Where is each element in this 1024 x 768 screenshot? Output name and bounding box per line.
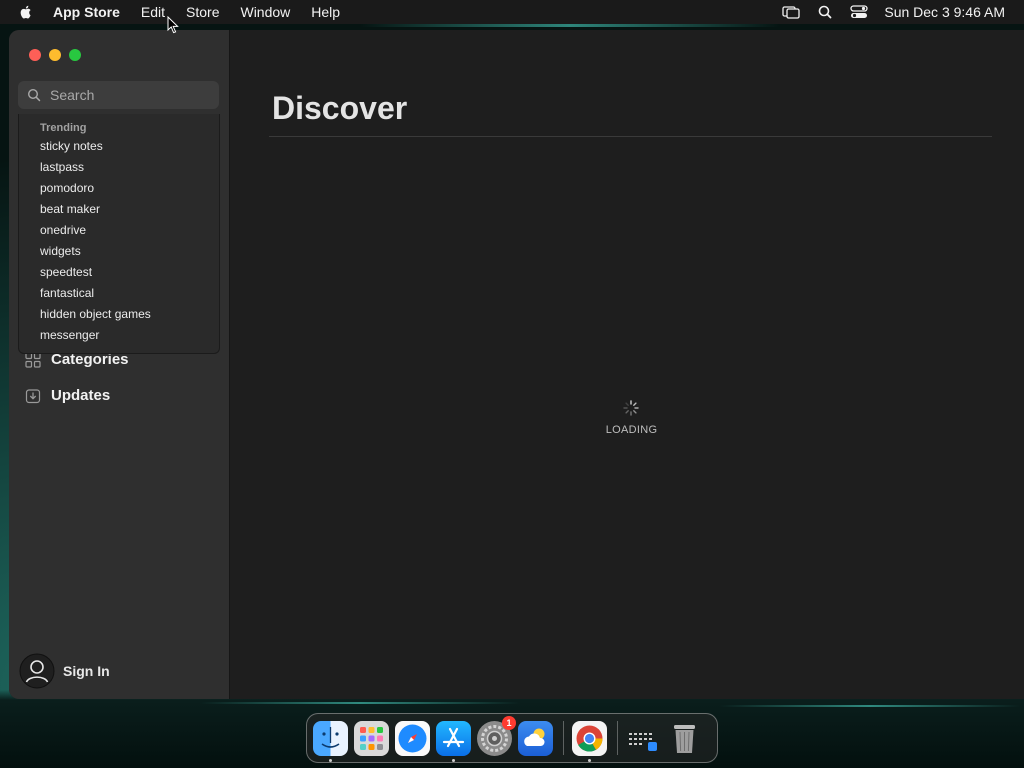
chrome-icon — [576, 725, 603, 752]
screen-mirroring-icon[interactable] — [782, 4, 801, 20]
trending-suggestion[interactable]: messenger — [19, 325, 219, 346]
dock-separator — [617, 721, 618, 755]
window-controls — [29, 49, 81, 61]
search-icon — [27, 88, 41, 102]
launchpad-grid-icon — [360, 726, 383, 750]
dock-separator — [563, 721, 564, 755]
trending-suggestion[interactable]: onedrive — [19, 220, 219, 241]
trending-suggestion[interactable]: lastpass — [19, 157, 219, 178]
trending-suggestions-dropdown: Trending sticky notes lastpass pomodoro … — [18, 114, 220, 354]
search-field[interactable] — [18, 81, 219, 109]
spotlight-search-icon[interactable] — [816, 4, 834, 20]
updates-download-icon — [25, 388, 41, 403]
loading-spinner-icon — [623, 400, 639, 416]
dock-finder[interactable] — [313, 720, 348, 762]
loading-label: LOADING — [605, 424, 658, 436]
sidebar-item-updates[interactable]: Updates — [25, 387, 110, 404]
trending-suggestion[interactable]: widgets — [19, 241, 219, 262]
close-window-button[interactable] — [29, 49, 41, 61]
dock-system-settings[interactable]: 1 — [477, 715, 516, 756]
apple-icon[interactable] — [18, 4, 34, 20]
control-center-icon[interactable] — [850, 4, 869, 20]
wallpaper-glow-line — [360, 24, 780, 27]
dock-downloads-stack[interactable] — [626, 721, 661, 756]
main-content: Discover LOADING — [230, 30, 1024, 699]
running-indicator — [588, 758, 591, 762]
maximize-window-button[interactable] — [69, 49, 81, 61]
wallpaper-glow-line — [200, 702, 520, 704]
app-store-icon — [442, 727, 465, 747]
sidebar: Trending sticky notes lastpass pomodoro … — [9, 30, 230, 699]
finder-icon — [321, 726, 340, 748]
app-store-window: Trending sticky notes lastpass pomodoro … — [9, 30, 1024, 699]
menu-window[interactable]: Window — [240, 4, 290, 20]
menu-store[interactable]: Store — [186, 4, 219, 20]
trending-suggestion[interactable]: fantastical — [19, 283, 219, 304]
trash-icon — [674, 724, 695, 753]
menu-help[interactable]: Help — [311, 4, 340, 20]
mouse-cursor-icon — [167, 16, 179, 34]
menu-bar: App Store Edit Store Window Help Sun Dec… — [0, 0, 1024, 24]
trending-suggestion[interactable]: beat maker — [19, 199, 219, 220]
trending-heading: Trending — [40, 122, 87, 134]
running-indicator — [329, 758, 332, 762]
menu-app-name[interactable]: App Store — [53, 4, 120, 20]
dock: 1 — [306, 713, 718, 763]
title-divider — [269, 136, 992, 137]
dock-trash[interactable] — [667, 721, 702, 756]
sidebar-item-label: Updates — [51, 387, 111, 404]
sign-in-button[interactable]: Sign In — [19, 653, 110, 689]
downloads-stack-icon — [629, 732, 657, 751]
menu-edit[interactable]: Edit — [141, 4, 165, 20]
dock-chrome[interactable] — [572, 720, 607, 762]
dock-launchpad[interactable] — [354, 720, 389, 756]
trending-suggestion[interactable]: pomodoro — [19, 178, 219, 199]
weather-cloud-icon — [524, 728, 545, 746]
trending-suggestion[interactable]: hidden object games — [19, 304, 219, 325]
search-input[interactable] — [50, 87, 200, 103]
trending-suggestion[interactable]: speedtest — [19, 262, 219, 283]
page-title: Discover — [272, 90, 408, 126]
running-indicator — [452, 758, 455, 762]
trending-suggestion[interactable]: sticky notes — [19, 136, 219, 157]
dock-safari[interactable] — [395, 720, 430, 756]
menu-clock[interactable]: Sun Dec 3 9:46 AM — [884, 4, 1005, 20]
dock-app-store[interactable] — [436, 720, 471, 762]
safari-compass-icon — [398, 724, 427, 752]
dock-weather[interactable] — [518, 720, 553, 756]
sign-in-label: Sign In — [63, 663, 110, 679]
notification-badge: 1 — [502, 715, 516, 730]
wallpaper-glow-line — [720, 705, 1020, 707]
minimize-window-button[interactable] — [49, 49, 61, 61]
account-avatar-icon — [19, 653, 55, 689]
